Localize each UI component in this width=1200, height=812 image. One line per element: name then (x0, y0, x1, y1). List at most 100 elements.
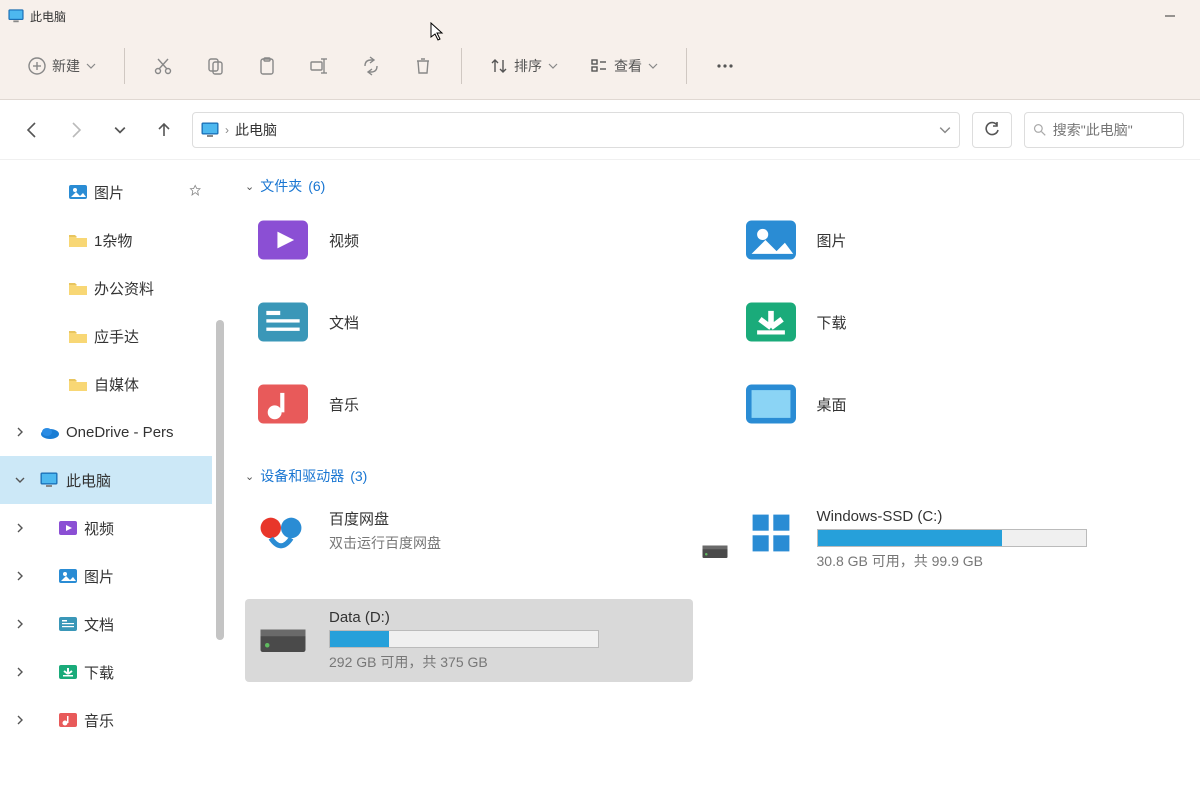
documents-icon (58, 614, 78, 634)
expand-icon[interactable] (12, 667, 28, 677)
rename-button[interactable] (297, 44, 341, 88)
search-input[interactable] (1053, 122, 1175, 138)
drive-item[interactable]: 百度网盘双击运行百度网盘 (245, 498, 693, 581)
sidebar-item[interactable]: 视频 (0, 504, 212, 552)
drive-status: 292 GB 可用，共 375 GB (329, 652, 683, 672)
sidebar-item[interactable]: 音乐 (0, 696, 212, 744)
onedrive-icon (40, 422, 60, 442)
expand-icon[interactable] (12, 523, 28, 533)
folder-label: 桌面 (817, 394, 847, 415)
sidebar-item[interactable]: 此电脑 (0, 456, 212, 504)
chevron-down-icon (648, 61, 658, 71)
drive-status: 30.8 GB 可用，共 99.9 GB (817, 551, 1171, 571)
folder-item[interactable]: 音乐 (245, 372, 693, 436)
pictures-icon (739, 215, 803, 265)
folder-icon (68, 326, 88, 346)
drive-item[interactable]: Windows-SSD (C:) 30.8 GB 可用，共 99.9 GB (733, 498, 1181, 581)
paste-button[interactable] (245, 44, 289, 88)
sidebar-item[interactable]: 1杂物 (0, 216, 212, 264)
chevron-right-icon: › (225, 123, 229, 137)
scissors-icon (153, 56, 173, 76)
sidebar-item-label: 文档 (84, 614, 114, 635)
sidebar-item[interactable]: 图片 (0, 552, 212, 600)
drive-item[interactable]: Data (D:)292 GB 可用，共 375 GB (245, 599, 693, 682)
expand-icon[interactable] (12, 619, 28, 629)
clipboard-icon (257, 56, 277, 76)
drive-icon (255, 609, 315, 659)
baidu-icon (255, 508, 315, 558)
group-header-drives[interactable]: ⌄ 设备和驱动器 (3) (245, 460, 1180, 498)
folder-item[interactable]: 下载 (733, 290, 1181, 354)
folder-label: 音乐 (329, 394, 359, 415)
drive-status: 双击运行百度网盘 (329, 533, 683, 553)
delete-button[interactable] (401, 44, 445, 88)
chevron-down-icon: ⌄ (245, 470, 254, 483)
sort-icon (490, 57, 508, 75)
pictures-icon (68, 182, 88, 202)
sidebar-item[interactable]: 文档 (0, 600, 212, 648)
folder-label: 视频 (329, 230, 359, 251)
drive-usage-bar (817, 529, 1087, 547)
address-bar[interactable]: › 此电脑 (192, 112, 960, 148)
breadcrumb-item[interactable]: 此电脑 (235, 120, 277, 140)
view-button[interactable]: 查看 (578, 44, 670, 88)
plus-circle-icon (28, 57, 46, 75)
expand-icon[interactable] (12, 475, 28, 485)
folder-item[interactable]: 图片 (733, 208, 1181, 272)
search-box[interactable] (1024, 112, 1184, 148)
back-button[interactable] (16, 114, 48, 146)
sidebar-item-label: OneDrive - Pers (66, 424, 174, 441)
expand-icon[interactable] (12, 571, 28, 581)
up-button[interactable] (148, 114, 180, 146)
copy-button[interactable] (193, 44, 237, 88)
trash-icon (413, 56, 433, 76)
sidebar-item[interactable]: 办公资料 (0, 264, 212, 312)
folder-item[interactable]: 视频 (245, 208, 693, 272)
recent-button[interactable] (104, 114, 136, 146)
chevron-down-icon (86, 61, 96, 71)
more-button[interactable] (703, 44, 747, 88)
sidebar-item[interactable]: 应手达 (0, 312, 212, 360)
view-icon (590, 57, 608, 75)
sidebar-item-label: 视频 (84, 518, 114, 539)
folder-item[interactable]: 桌面 (733, 372, 1181, 436)
chevron-down-icon[interactable] (939, 124, 951, 136)
cut-button[interactable] (141, 44, 185, 88)
sidebar-item-label: 应手达 (94, 326, 139, 347)
sidebar-item-label: 1杂物 (94, 230, 132, 251)
sidebar-item-label: 音乐 (84, 710, 114, 731)
music-icon (58, 710, 78, 730)
chevron-down-icon: ⌄ (245, 180, 254, 193)
drive-name: 百度网盘 (329, 508, 683, 529)
folder-item[interactable]: 文档 (245, 290, 693, 354)
forward-button[interactable] (60, 114, 92, 146)
share-button[interactable] (349, 44, 393, 88)
scrollbar-thumb[interactable] (216, 320, 224, 640)
sidebar-item-label: 办公资料 (94, 278, 154, 299)
drive-usage-bar (329, 630, 599, 648)
search-icon (1033, 122, 1047, 138)
sidebar-item[interactable]: 下载 (0, 648, 212, 696)
expand-icon[interactable] (12, 715, 28, 725)
downloads-icon (58, 662, 78, 682)
minimize-button[interactable] (1148, 0, 1192, 32)
sidebar-item[interactable]: 自媒体 (0, 360, 212, 408)
toolbar: 新建 排序 查看 (0, 32, 1200, 100)
app-icon (8, 8, 24, 24)
drive-name: Windows-SSD (C:) (817, 508, 1171, 525)
sidebar-item[interactable]: 图片 (0, 168, 212, 216)
new-button[interactable]: 新建 (16, 44, 108, 88)
folder-icon (68, 278, 88, 298)
expand-icon[interactable] (12, 427, 28, 437)
navbar: › 此电脑 (0, 100, 1200, 160)
refresh-button[interactable] (972, 112, 1012, 148)
window-title: 此电脑 (30, 8, 66, 25)
videos-icon (58, 518, 78, 538)
group-header-folders[interactable]: ⌄ 文件夹 (6) (245, 170, 1180, 208)
titlebar: 此电脑 (0, 0, 1200, 32)
folder-label: 下载 (817, 312, 847, 333)
folder-label: 文档 (329, 312, 359, 333)
sidebar-item[interactable]: OneDrive - Pers (0, 408, 212, 456)
rename-icon (309, 56, 329, 76)
sort-button[interactable]: 排序 (478, 44, 570, 88)
